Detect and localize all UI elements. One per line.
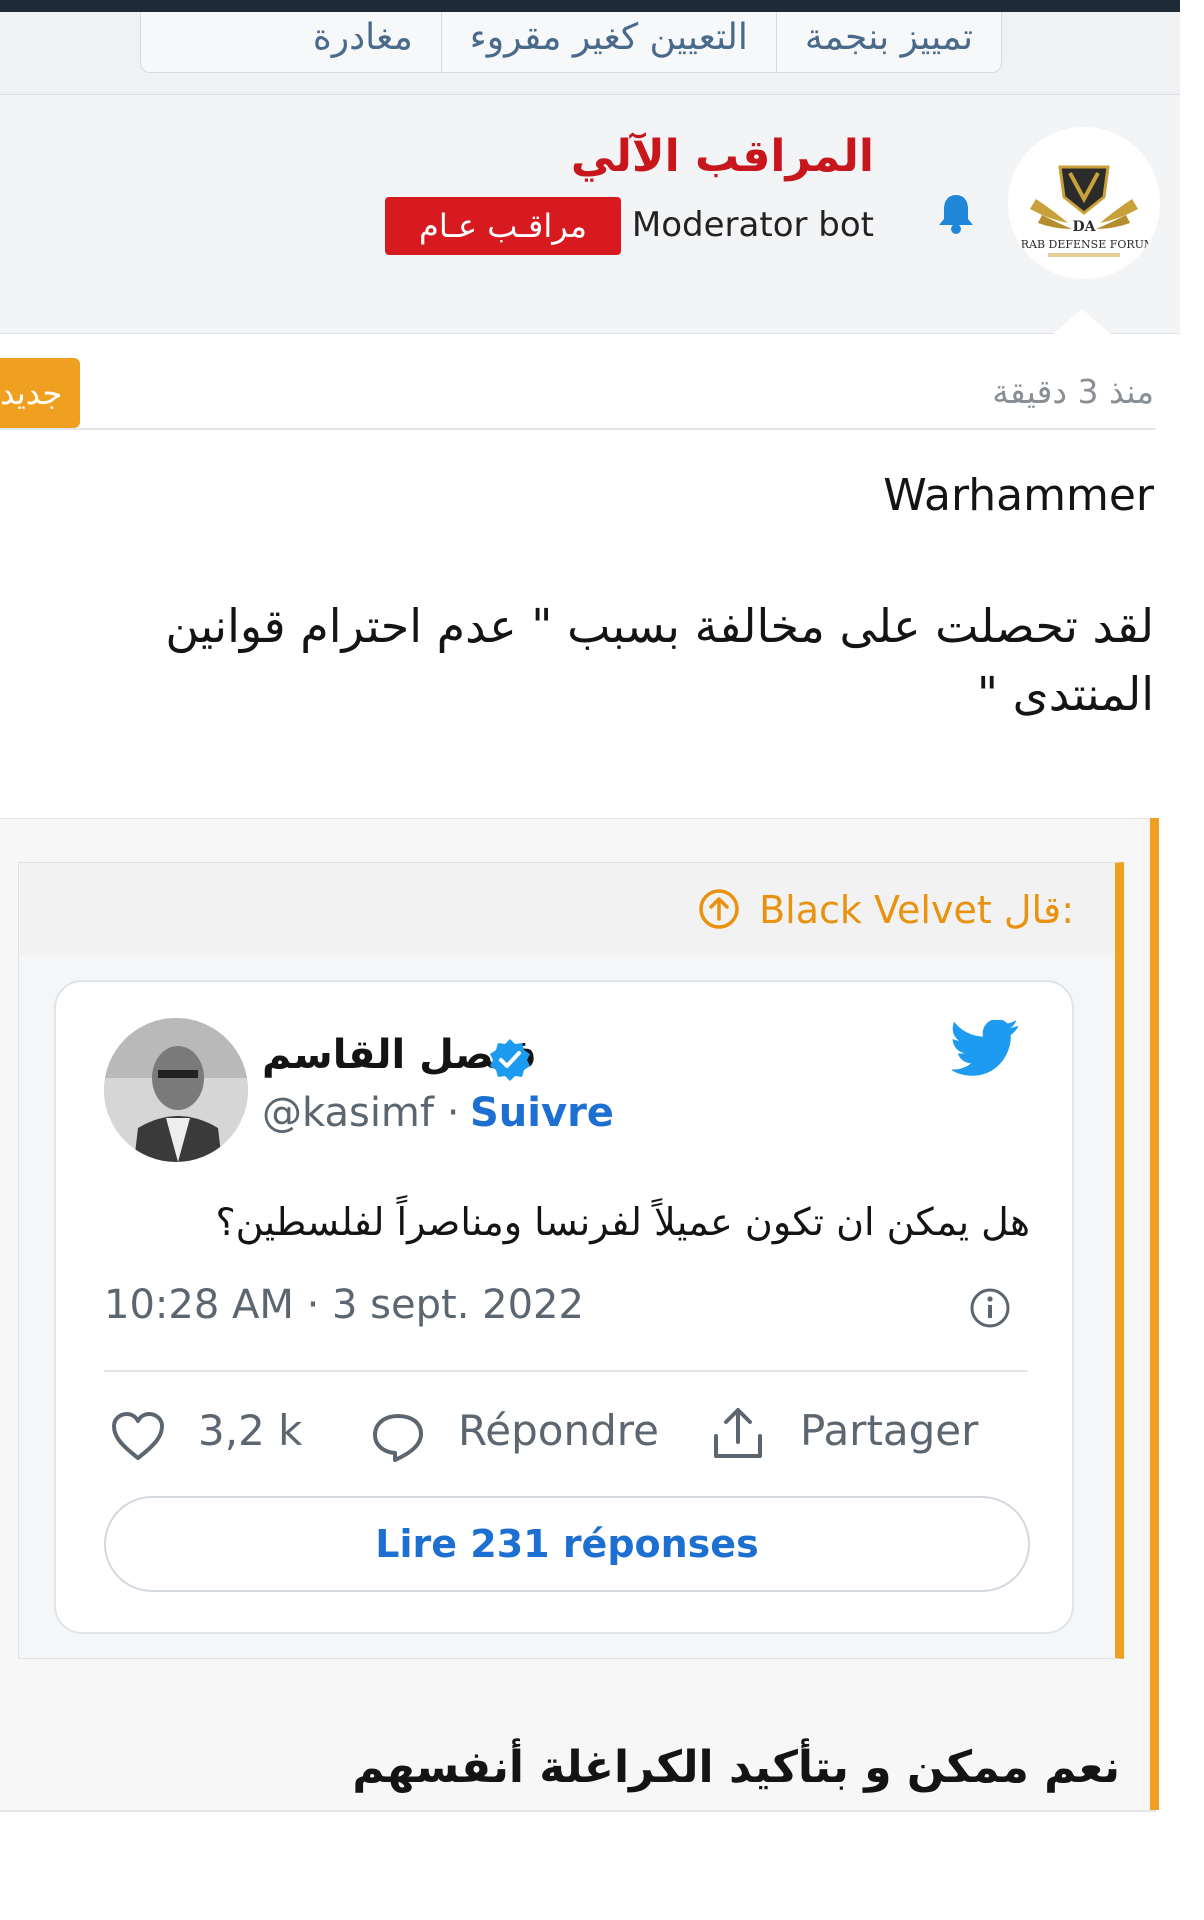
read-replies-button[interactable]: Lire 231 réponses: [104, 1496, 1030, 1592]
new-badge: جديد: [0, 358, 80, 428]
reply-text: نعم ممكن و بتأكيد الكراغلة أنفسهم: [352, 1742, 1120, 1793]
follow-link[interactable]: Suivre: [470, 1090, 614, 1136]
quote-attribution[interactable]: Black Velvet قال:: [759, 888, 1074, 932]
message-body: لقد تحصلت على مخالفة بسبب " عدم احترام ق…: [165, 599, 1154, 721]
reply-bubble-icon[interactable]: [370, 1410, 426, 1464]
like-count[interactable]: 3,2 k: [198, 1406, 302, 1455]
heart-icon[interactable]: [110, 1410, 166, 1462]
tweet-date[interactable]: 10:28 AM · 3 sept. 2022: [104, 1282, 584, 1328]
svg-text:DA: DA: [1072, 219, 1096, 235]
divider: [104, 1370, 1028, 1372]
share-label[interactable]: Partager: [800, 1406, 978, 1455]
user-title: Moderator bot: [631, 205, 874, 245]
handle-text[interactable]: @kasimf: [262, 1090, 434, 1136]
panel-pointer: [1052, 309, 1112, 335]
mark-unread-button[interactable]: التعيين كغير مقروء: [440, 12, 776, 72]
reply-label[interactable]: Répondre: [458, 1406, 659, 1455]
reply-rail: [1150, 818, 1159, 1810]
moderator-badge: مراقـب عـام: [385, 197, 621, 255]
divider: [0, 428, 1156, 430]
svg-text:ARAB DEFENSE FORUM: ARAB DEFENSE FORUM: [1012, 238, 1155, 251]
tweet-text: هل يمكن ان تكون عميلاً لفرنسا ومناصراً ل…: [215, 1200, 1030, 1244]
info-icon[interactable]: [968, 1286, 1012, 1330]
thread-action-bar: تمييز بنجمة التعيين كغير مقروء مغادرة: [0, 12, 1180, 95]
divider: [0, 1810, 1156, 1812]
leave-button[interactable]: مغادرة: [285, 12, 441, 72]
post-user-panel: DA ARAB DEFENSE FORUM المراقب الآلي Mode…: [0, 95, 1180, 335]
twitter-bird-icon[interactable]: [949, 1019, 1022, 1080]
top-strip: [0, 0, 1180, 12]
handle-separator: ·: [433, 1090, 460, 1136]
avatar[interactable]: DA ARAB DEFENSE FORUM: [1008, 127, 1160, 279]
tweet-avatar[interactable]: [104, 1018, 248, 1162]
quote-up-arrow-icon[interactable]: [698, 888, 740, 930]
bell-icon[interactable]: [936, 191, 976, 235]
share-icon[interactable]: [710, 1404, 766, 1462]
tweet-handle[interactable]: @kasimf ·: [262, 1090, 459, 1136]
username[interactable]: المراقب الآلي: [571, 131, 874, 182]
action-button-group: تمييز بنجمة التعيين كغير مقروء مغادرة: [140, 12, 1002, 73]
message-title: Warhammer: [883, 470, 1154, 521]
star-button[interactable]: تمييز بنجمة: [775, 12, 1001, 72]
verified-icon: [486, 1036, 534, 1084]
post-timestamp[interactable]: منذ 3 دقيقة: [992, 372, 1154, 411]
right-gutter: [1180, 0, 1204, 1920]
forum-logo-icon: DA ARAB DEFENSE FORUM: [1008, 127, 1160, 279]
